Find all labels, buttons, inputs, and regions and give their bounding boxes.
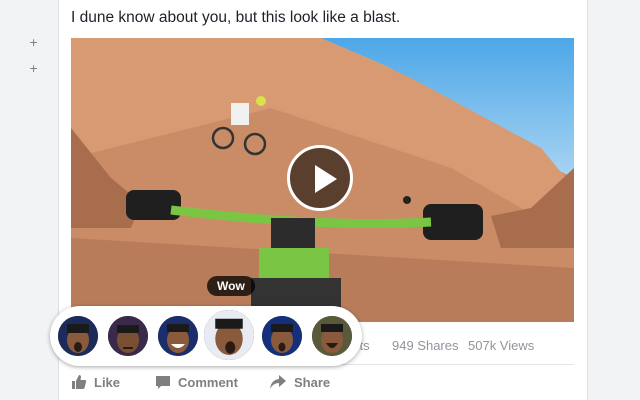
share-label: Share	[294, 374, 331, 390]
comment-icon	[156, 376, 170, 389]
gutter-plus-icon: +	[29, 36, 39, 49]
face-shocked-icon	[262, 316, 302, 356]
reaction-face-5[interactable]	[262, 316, 302, 356]
face-surprised-icon	[58, 316, 98, 356]
share-arrow-icon	[270, 375, 286, 389]
video-player[interactable]	[71, 38, 574, 322]
like-label: Like	[94, 374, 121, 390]
post-text: I dune know about you, but this look lik…	[71, 9, 401, 26]
comment-button[interactable]: Comment	[155, 374, 238, 390]
reaction-picker	[50, 306, 362, 366]
play-button[interactable]	[287, 145, 353, 211]
thumbs-up-icon	[72, 375, 87, 389]
face-yelling-icon	[312, 316, 352, 356]
reaction-face-3[interactable]	[158, 316, 198, 356]
share-button[interactable]: Share	[269, 374, 330, 390]
comment-label: Comment	[178, 374, 238, 390]
reaction-face-wow[interactable]	[204, 310, 254, 360]
play-icon	[315, 165, 337, 193]
reaction-tooltip: Wow	[207, 276, 255, 296]
views-count: 507k Views	[468, 338, 535, 353]
face-smirk-icon	[108, 316, 148, 356]
shares-count[interactable]: 949 Shares	[392, 338, 459, 353]
reaction-face-1[interactable]	[58, 316, 98, 356]
reaction-face-2[interactable]	[108, 316, 148, 356]
face-laughing-icon	[158, 316, 198, 356]
like-button[interactable]: Like	[71, 374, 120, 390]
reaction-face-6[interactable]	[312, 316, 352, 356]
gutter-plus-icon: +	[29, 62, 39, 75]
face-wow-icon	[204, 310, 254, 360]
